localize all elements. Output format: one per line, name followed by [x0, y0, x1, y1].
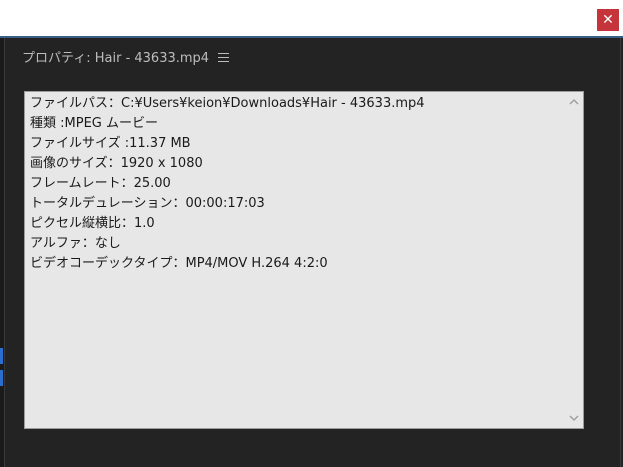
edge-marker [0, 370, 3, 386]
property-file-path: ファイルパス：C:¥Users¥keion¥Downloads¥Hair - 4… [30, 96, 425, 111]
property-total-duration: トータルデュレーション：00:00:17:03 [30, 196, 265, 211]
window-titlebar: ✕ [0, 0, 623, 36]
property-image-size: 画像のサイズ：1920 x 1080 [30, 156, 203, 171]
property-alpha: アルファ：なし [30, 236, 121, 251]
properties-text-area[interactable]: ファイルパス：C:¥Users¥keion¥Downloads¥Hair - 4… [24, 91, 584, 429]
edge-marker [0, 348, 3, 364]
property-frame-rate: フレームレート：25.00 [30, 176, 171, 191]
close-icon: ✕ [602, 12, 614, 28]
properties-panel: プロパティ: Hair - 43633.mp4 ファイルパス：C:¥Users¥… [4, 38, 621, 467]
panel-header: プロパティ: Hair - 43633.mp4 [22, 46, 230, 66]
vertical-scrollbar[interactable] [566, 92, 583, 428]
properties-list: ファイルパス：C:¥Users¥keion¥Downloads¥Hair - 4… [30, 94, 560, 274]
property-pixel-aspect-ratio: ピクセル縦横比：1.0 [30, 216, 155, 231]
property-file-size: ファイルサイズ :11.37 MB [30, 136, 191, 151]
hamburger-menu-icon[interactable] [218, 52, 230, 62]
chevron-up-icon[interactable] [569, 97, 579, 107]
chevron-down-icon[interactable] [569, 413, 579, 423]
property-type: 種類 :MPEG ムービー [30, 116, 158, 131]
close-button[interactable]: ✕ [597, 9, 619, 31]
panel-title: プロパティ: Hair - 43633.mp4 [22, 50, 210, 66]
property-video-codec: ビデオコーデックタイプ：MP4/MOV H.264 4:2:0 [30, 256, 328, 271]
